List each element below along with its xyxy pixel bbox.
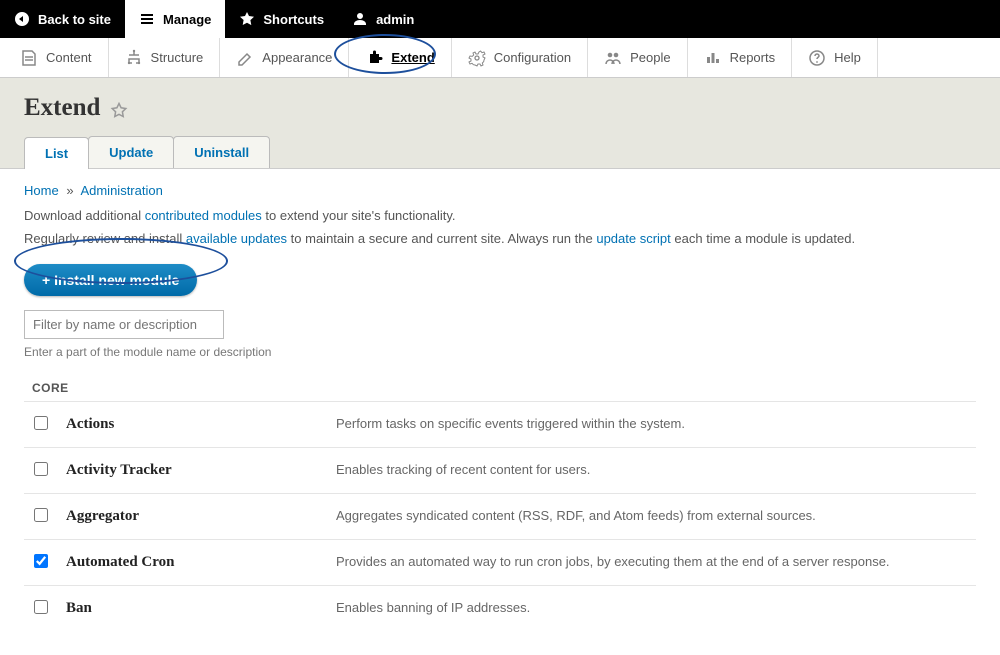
adminmenu-label: Extend	[391, 50, 434, 65]
structure-icon	[125, 49, 143, 67]
content-region: Home » Administration Download additiona…	[0, 169, 1000, 655]
toolbar: Back to site Manage Shortcuts admin	[0, 0, 1000, 38]
adminmenu-label: People	[630, 50, 670, 65]
module-enable-checkbox[interactable]	[34, 416, 48, 430]
link-available-updates[interactable]: available updates	[186, 231, 287, 246]
module-description: Enables tracking of recent content for u…	[328, 448, 976, 494]
module-name: Ban	[58, 586, 328, 632]
configuration-icon	[468, 49, 486, 67]
filter-input[interactable]	[24, 310, 224, 339]
module-row: Activity TrackerEnables tracking of rece…	[24, 448, 976, 494]
adminmenu-item-content[interactable]: Content	[4, 38, 109, 77]
tab-uninstall[interactable]: Uninstall	[173, 136, 270, 168]
adminmenu-label: Content	[46, 50, 92, 65]
breadcrumb-home[interactable]: Home	[24, 183, 59, 198]
module-enable-checkbox[interactable]	[34, 600, 48, 614]
adminmenu-item-reports[interactable]: Reports	[688, 38, 793, 77]
tab-update[interactable]: Update	[88, 136, 174, 168]
favorite-star-icon[interactable]	[110, 99, 128, 117]
modules-table: ActionsPerform tasks on specific events …	[24, 401, 976, 631]
shortcuts-label: Shortcuts	[263, 12, 324, 27]
adminmenu-label: Help	[834, 50, 861, 65]
shortcuts[interactable]: Shortcuts	[225, 0, 338, 38]
breadcrumb: Home » Administration	[24, 183, 976, 198]
module-description: Enables banning of IP addresses.	[328, 586, 976, 632]
appearance-icon	[236, 49, 254, 67]
adminmenu-item-people[interactable]: People	[588, 38, 687, 77]
module-enable-checkbox[interactable]	[34, 508, 48, 522]
intro-para-1: Download additional contributed modules …	[24, 208, 976, 223]
primary-tabs: ListUpdateUninstall	[24, 136, 976, 168]
module-name: Aggregator	[58, 494, 328, 540]
hamburger-icon	[139, 11, 155, 27]
reports-icon	[704, 49, 722, 67]
breadcrumb-sep: »	[66, 183, 73, 198]
adminmenu-item-help[interactable]: Help	[792, 38, 878, 77]
tab-list[interactable]: List	[24, 137, 89, 169]
people-icon	[604, 49, 622, 67]
module-row: AggregatorAggregates syndicated content …	[24, 494, 976, 540]
admin-menu: Content Structure Appearance Extend Configur…	[0, 38, 1000, 78]
adminmenu-item-extend[interactable]: Extend	[349, 38, 451, 77]
adminmenu-item-structure[interactable]: Structure	[109, 38, 221, 77]
module-name: Activity Tracker	[58, 448, 328, 494]
back-arrow-icon	[14, 11, 30, 27]
module-enable-checkbox[interactable]	[34, 462, 48, 476]
link-update-script[interactable]: update script	[596, 231, 670, 246]
module-row: Automated CronProvides an automated way …	[24, 540, 976, 586]
extend-icon	[365, 49, 383, 67]
module-description: Aggregates syndicated content (RSS, RDF,…	[328, 494, 976, 540]
user-icon	[352, 11, 368, 27]
module-name: Actions	[58, 402, 328, 448]
adminmenu-label: Structure	[151, 50, 204, 65]
module-description: Provides an automated way to run cron jo…	[328, 540, 976, 586]
module-row: ActionsPerform tasks on specific events …	[24, 402, 976, 448]
page-header: Extend ListUpdateUninstall	[0, 78, 1000, 169]
star-icon	[239, 11, 255, 27]
install-new-module-button[interactable]: + Install new module	[24, 264, 197, 296]
breadcrumb-admin[interactable]: Administration	[80, 183, 162, 198]
adminmenu-label: Reports	[730, 50, 776, 65]
adminmenu-label: Configuration	[494, 50, 571, 65]
module-description: Perform tasks on specific events trigger…	[328, 402, 976, 448]
module-row: BanEnables banning of IP addresses.	[24, 586, 976, 632]
link-contributed-modules[interactable]: contributed modules	[145, 208, 262, 223]
manage-label: Manage	[163, 12, 211, 27]
adminmenu-label: Appearance	[262, 50, 332, 65]
module-enable-checkbox[interactable]	[34, 554, 48, 568]
page-title-text: Extend	[24, 94, 100, 122]
intro-para-2: Regularly review and install available u…	[24, 231, 976, 246]
back-to-site[interactable]: Back to site	[0, 0, 125, 38]
page-title: Extend	[24, 94, 976, 122]
module-name: Automated Cron	[58, 540, 328, 586]
back-label: Back to site	[38, 12, 111, 27]
module-group-core: CORE	[24, 375, 976, 401]
manage-toggle[interactable]: Manage	[125, 0, 225, 38]
user-menu[interactable]: admin	[338, 0, 428, 38]
adminmenu-item-configuration[interactable]: Configuration	[452, 38, 588, 77]
adminmenu-item-appearance[interactable]: Appearance	[220, 38, 349, 77]
help-icon	[808, 49, 826, 67]
content-icon	[20, 49, 38, 67]
user-label: admin	[376, 12, 414, 27]
filter-help-text: Enter a part of the module name or descr…	[24, 345, 976, 359]
